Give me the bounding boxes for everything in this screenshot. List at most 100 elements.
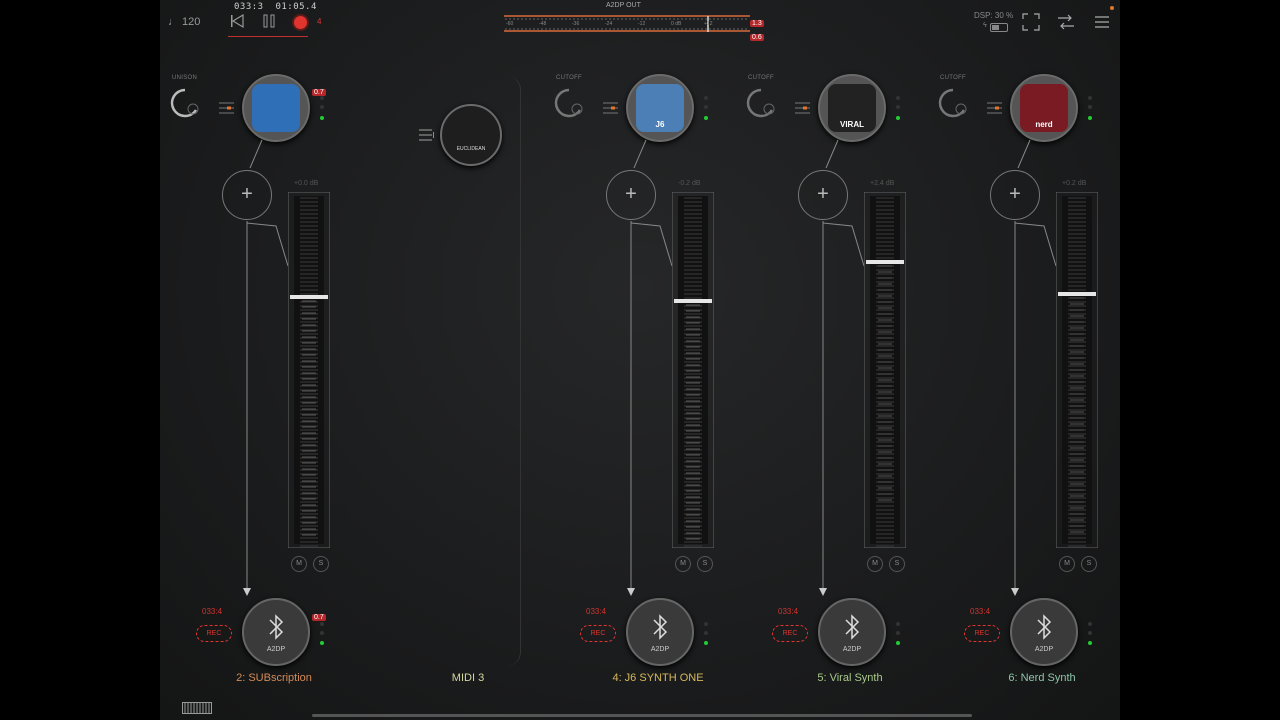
midi-channel-name: MIDI 3: [451, 672, 485, 684]
volume-fader[interactable]: [672, 192, 714, 548]
parameter-knob[interactable]: [554, 88, 584, 128]
mute-button[interactable]: M: [1059, 556, 1075, 572]
meter-scale-label: -60: [506, 21, 513, 27]
gain-readout: +0.0 dB: [294, 180, 319, 187]
solo-label: S: [1086, 560, 1092, 567]
output-led: [1088, 631, 1092, 635]
audio-output-node[interactable]: A2DP: [626, 598, 694, 666]
instrument-plugin[interactable]: J6: [626, 74, 694, 142]
solo-button[interactable]: S: [889, 556, 905, 572]
mute-label: M: [872, 560, 878, 567]
midi-menu-button[interactable]: [418, 128, 435, 147]
solo-button[interactable]: S: [313, 556, 329, 572]
mute-label: M: [680, 560, 686, 567]
record-position: 033:4: [970, 607, 991, 616]
keyboard-button[interactable]: [182, 701, 212, 714]
volume-fader[interactable]: [288, 192, 330, 548]
output-led: [1088, 641, 1092, 645]
add-effect-button[interactable]: +: [990, 170, 1040, 220]
channel-strip-3: CUTOFF VIRAL + +2.4 dB M S 033:4 REC A2D…: [736, 0, 916, 720]
audio-output-node[interactable]: A2DP: [818, 598, 886, 666]
midi-activity-led: [704, 96, 708, 100]
output-led: [320, 631, 324, 635]
solo-label: S: [702, 560, 708, 567]
parameter-knob[interactable]: [746, 88, 776, 128]
gain-readout: +0.2 dB: [1062, 180, 1087, 187]
instrument-plugin[interactable]: VIRAL: [818, 74, 886, 142]
parameter-knob[interactable]: [938, 88, 968, 128]
list-icon: [419, 129, 435, 141]
midi-activity-led: [320, 105, 324, 109]
mute-button[interactable]: M: [867, 556, 883, 572]
plugin-label: nerd: [1035, 120, 1053, 129]
fader-handle[interactable]: [1058, 292, 1096, 296]
add-effect-button[interactable]: +: [606, 170, 656, 220]
output-led: [1088, 622, 1092, 626]
channel-name: 4: J6 SYNTH ONE: [612, 672, 704, 684]
plus-icon: +: [241, 183, 253, 205]
plugin-artwork: [252, 84, 300, 132]
plugin-menu-button[interactable]: [986, 101, 1004, 120]
plus-icon: +: [625, 183, 637, 205]
mute-button[interactable]: M: [291, 556, 307, 572]
parameter-knob[interactable]: [170, 88, 200, 128]
slider-settings-icon: [987, 102, 1002, 114]
knob-label: CUTOFF: [748, 75, 775, 81]
midi-activity-led: [320, 96, 324, 100]
piano-keyboard-icon: [182, 702, 212, 714]
solo-button[interactable]: S: [1081, 556, 1097, 572]
euclidean-waveform-icon: [450, 117, 494, 143]
knob-label: UNISON: [172, 75, 198, 81]
record-position: 033:4: [202, 607, 223, 616]
solo-button[interactable]: S: [697, 556, 713, 572]
fader-handle[interactable]: [674, 299, 712, 303]
instrument-plugin[interactable]: nerd: [1010, 74, 1078, 142]
channel-name: 6: Nerd Synth: [1008, 672, 1076, 684]
slider-settings-icon: [603, 102, 618, 114]
bluetooth-icon: [653, 614, 668, 640]
bluetooth-icon: [1037, 614, 1052, 640]
audio-output-node[interactable]: A2DP: [1010, 598, 1078, 666]
euclidean-plugin[interactable]: EUCLIDEAN: [440, 104, 502, 166]
volume-fader[interactable]: [1056, 192, 1098, 548]
midi-activity-led: [704, 105, 708, 109]
fader-handle[interactable]: [290, 295, 328, 299]
mute-button[interactable]: M: [675, 556, 691, 572]
channel-strip-2: CUTOFF J6 + -0.2 dB M S 033:4 REC A2DP 4…: [544, 0, 724, 720]
audio-activity-led: [1088, 116, 1092, 120]
output-label: A2DP: [842, 646, 862, 653]
output-peak-value: 0.7: [312, 614, 326, 621]
plus-icon: +: [817, 183, 829, 205]
output-label: A2DP: [1034, 646, 1054, 653]
bluetooth-icon: [269, 614, 284, 640]
output-label: A2DP: [650, 646, 670, 653]
output-led: [704, 631, 708, 635]
output-led: [896, 631, 900, 635]
euclidean-label: EUCLIDEAN: [456, 146, 486, 152]
add-effect-button[interactable]: +: [222, 170, 272, 220]
midi-activity-led: [1088, 96, 1092, 100]
add-effect-button[interactable]: +: [798, 170, 848, 220]
plugin-menu-button[interactable]: [218, 101, 236, 120]
instrument-plugin[interactable]: [242, 74, 310, 142]
record-arm-button[interactable]: REC: [964, 625, 1000, 642]
mute-label: M: [296, 560, 302, 567]
mute-label: M: [1064, 560, 1070, 567]
record-arm-button[interactable]: REC: [580, 625, 616, 642]
gain-readout: -0.2 dB: [678, 180, 701, 187]
fader-handle[interactable]: [866, 260, 904, 264]
solo-label: S: [318, 560, 324, 567]
audio-activity-led: [704, 116, 708, 120]
record-arm-button[interactable]: REC: [772, 625, 808, 642]
volume-fader[interactable]: [864, 192, 906, 548]
knob-label: CUTOFF: [940, 75, 967, 81]
midi-activity-led: [1088, 105, 1092, 109]
audio-output-node[interactable]: A2DP: [242, 598, 310, 666]
notification-dot: [1110, 6, 1114, 10]
plugin-menu-button[interactable]: [794, 101, 812, 120]
record-arm-button[interactable]: REC: [196, 625, 232, 642]
plugin-menu-button[interactable]: [602, 101, 620, 120]
horizontal-scrollbar[interactable]: [312, 714, 972, 717]
plus-icon: +: [1009, 183, 1021, 205]
channel-name: 2: SUBscription: [236, 672, 312, 684]
